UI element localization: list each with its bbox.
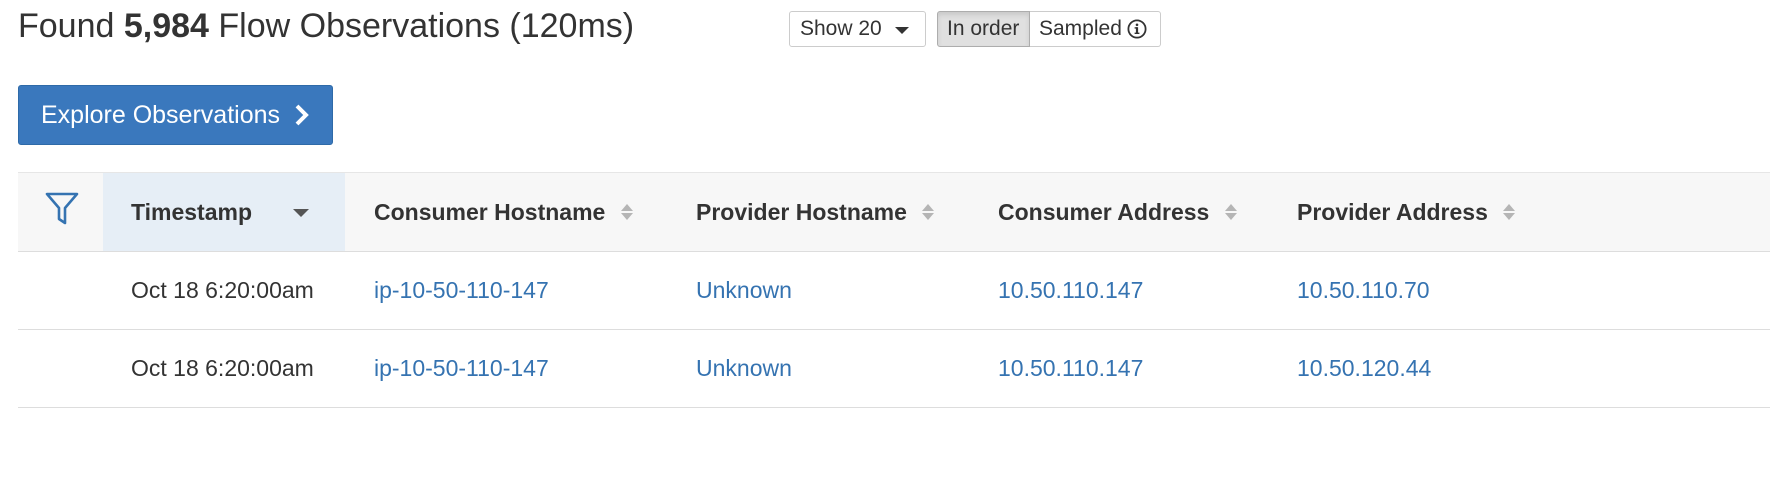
consumer-address-link[interactable]: 10.50.110.147 [998, 330, 1143, 407]
column-header-label: Timestamp [131, 199, 253, 225]
column-header-label: Provider Address [1297, 199, 1488, 225]
results-heading: Found 5,984 Flow Observations (120ms) [18, 4, 634, 48]
consumer-hostname-link[interactable]: ip-10-50-110-147 [374, 252, 549, 329]
filter-cell [18, 173, 103, 251]
observations-table: Timestamp Consumer Hostname Provider Hos… [18, 172, 1770, 408]
column-header-provider-address[interactable]: Provider Address [1297, 173, 1516, 251]
column-header-label: Provider Hostname [696, 199, 907, 225]
provider-hostname-link[interactable]: Unknown [696, 330, 792, 407]
caret-down-icon [895, 27, 909, 34]
in-order-button[interactable]: In order [937, 11, 1030, 47]
sort-icon [922, 203, 935, 220]
sort-icon [620, 203, 633, 220]
timestamp-cell: Oct 18 6:20:00am [131, 277, 314, 303]
sort-icon [1503, 203, 1516, 220]
consumer-address-link[interactable]: 10.50.110.147 [998, 252, 1143, 329]
column-header-consumer-hostname[interactable]: Consumer Hostname [374, 173, 634, 251]
sort-desc-icon [293, 209, 309, 217]
table-header: Timestamp Consumer Hostname Provider Hos… [18, 172, 1770, 252]
sampled-button[interactable]: Sampled [1030, 11, 1161, 47]
column-header-label: Consumer Address [998, 199, 1210, 225]
column-header-label: Consumer Hostname [374, 199, 606, 225]
table-row: Oct 18 6:20:00am ip-10-50-110-147 Unknow… [18, 330, 1770, 408]
info-icon[interactable] [1127, 19, 1147, 39]
page-size-dropdown[interactable]: Show 20 [789, 11, 926, 47]
column-header-timestamp[interactable]: Timestamp [103, 173, 345, 251]
provider-address-link[interactable]: 10.50.110.70 [1297, 252, 1430, 329]
explore-observations-button[interactable]: Explore Observations [18, 85, 333, 145]
found-suffix: Flow Observations (120ms) [218, 7, 635, 45]
provider-hostname-link[interactable]: Unknown [696, 252, 792, 329]
found-prefix: Found [18, 7, 115, 45]
filter-icon[interactable] [45, 191, 79, 227]
column-header-provider-hostname[interactable]: Provider Hostname [696, 173, 935, 251]
observation-count: 5,984 [123, 7, 209, 45]
in-order-label: In order [947, 17, 1020, 40]
table-row: Oct 18 6:20:00am ip-10-50-110-147 Unknow… [18, 252, 1770, 330]
sampled-label: Sampled [1039, 17, 1122, 40]
provider-address-link[interactable]: 10.50.120.44 [1297, 330, 1431, 407]
consumer-hostname-link[interactable]: ip-10-50-110-147 [374, 330, 549, 407]
page-size-label: Show 20 [800, 17, 882, 40]
timestamp-cell: Oct 18 6:20:00am [131, 355, 314, 381]
ordering-toggle: In order Sampled [937, 11, 1161, 47]
explore-observations-label: Explore Observations [41, 101, 281, 129]
sort-icon [1224, 203, 1237, 220]
column-header-consumer-address[interactable]: Consumer Address [998, 173, 1238, 251]
chevron-right-icon [295, 104, 309, 126]
